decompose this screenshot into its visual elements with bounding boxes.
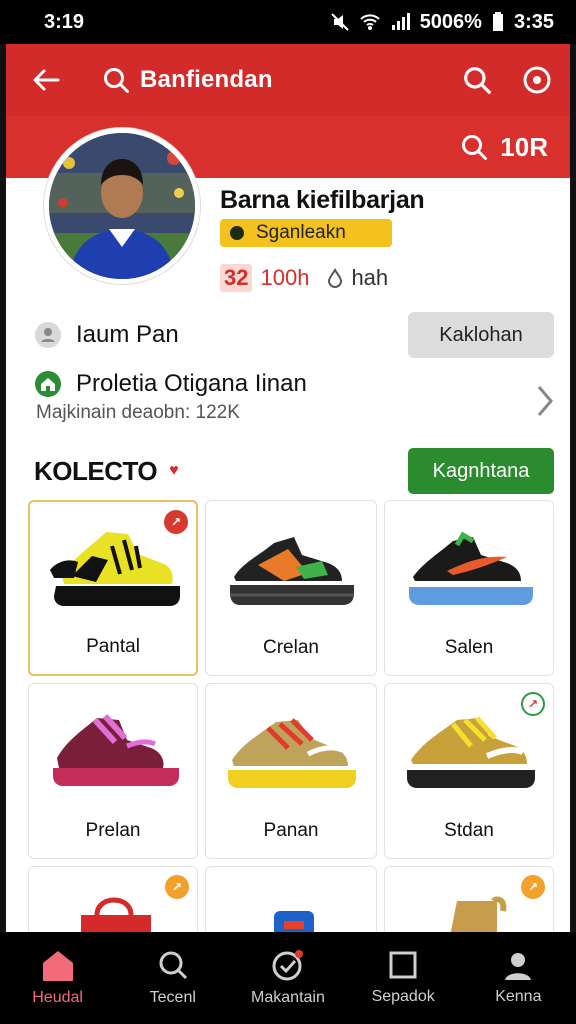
stat-value: 100h (260, 265, 310, 290)
avatar[interactable] (44, 128, 200, 284)
collection-title: KOLECTO (34, 455, 158, 486)
house-icon (35, 371, 61, 397)
collection-header: KOLECTO ♥ Kagnhtana (34, 448, 554, 494)
profile-stats: 32 100h hah (220, 264, 388, 292)
product-name: Panan (263, 820, 319, 841)
info-row[interactable]: Proletia Otigana Iinan Majkinain deaobn:… (34, 370, 554, 430)
follow-label: Iaum Pan (76, 321, 179, 348)
status-time: 3:19 (44, 10, 85, 33)
shoe-image (407, 716, 535, 788)
product-card[interactable] (205, 866, 377, 932)
home-icon (42, 951, 73, 981)
drop-icon (328, 268, 343, 288)
nav-item-profile[interactable]: Kenna (468, 950, 568, 1006)
boot-image (450, 896, 507, 932)
product-card[interactable]: Crelan (205, 500, 377, 676)
search-action-icon[interactable] (462, 65, 492, 95)
follow-row: Iaum Pan Kaklohan (34, 310, 554, 360)
heart-icon: ♥ (169, 462, 179, 479)
page-title: Banfiendan (140, 66, 273, 93)
profile-icon (505, 953, 532, 980)
checklist-icon (272, 950, 303, 981)
profile-name: Barna kiefilbarjan (220, 186, 425, 214)
search-icon (159, 951, 187, 980)
shoe-image (409, 531, 533, 605)
nav-label: Makantain (251, 989, 325, 1006)
square-icon (389, 951, 417, 979)
product-card[interactable]: Prelan (28, 683, 198, 859)
nav-label: Kenna (495, 988, 542, 1005)
shoe-image (228, 718, 356, 788)
product-name: Pantal (86, 636, 140, 657)
status-bar: 3:19 5006% 3:35 (0, 0, 576, 44)
nav-item-home[interactable]: Heudal (8, 949, 108, 1007)
battery-icon (492, 12, 503, 31)
nav-item-tasks[interactable]: Makantain (238, 949, 338, 1007)
app-window: Banfiendan 10R Barna kiefilbarjan Sganle… (6, 44, 570, 932)
follow-button[interactable]: Kaklohan (408, 312, 554, 358)
nav-label: Sepadok (371, 988, 435, 1005)
avatar-photo (49, 133, 195, 279)
nav-label: Tecenl (149, 989, 196, 1006)
mute-icon (330, 13, 349, 31)
target-icon[interactable] (522, 65, 552, 95)
product-card[interactable]: ↗ Pantal (28, 500, 198, 676)
header-count: 10R (500, 131, 548, 162)
bag-image (81, 897, 151, 932)
user-circle-icon (35, 322, 61, 348)
nav-item-search[interactable]: Tecenl (123, 949, 223, 1007)
top-bar: Banfiendan (6, 44, 570, 116)
product-name: Stdan (444, 820, 494, 841)
shoe-image (50, 532, 180, 606)
bag-image (274, 911, 314, 932)
product-grid: ↗ Pantal Crelan Salen Prelan Panan ↗ Std… (28, 500, 554, 932)
nav-item-square[interactable]: Sepadok (353, 950, 453, 1006)
info-subtitle: Majkinain deaobn: 122K (36, 402, 240, 423)
product-card[interactable]: ↗ (384, 866, 554, 932)
status-badge: Sganleakn (220, 219, 392, 247)
header-search[interactable]: Banfiendan (102, 66, 462, 94)
status-clock: 3:35 (513, 10, 554, 33)
product-card[interactable]: ↗ Stdan (384, 683, 554, 859)
back-button[interactable] (28, 62, 64, 98)
stat-extra: hah (351, 265, 389, 290)
bottom-nav: Heudal Tecenl Makantain Sepadok Kenna (0, 932, 576, 1024)
search-small-icon[interactable] (460, 133, 488, 161)
product-name: Crelan (263, 637, 319, 658)
wifi-icon (359, 14, 380, 30)
search-icon (104, 68, 129, 93)
info-title: Proletia Otigana Iinan (76, 370, 307, 397)
badge-label: Sganleakn (256, 222, 346, 243)
shoe-image (230, 537, 354, 605)
battery-percent: 5006% (419, 10, 482, 33)
shoe-image (53, 713, 179, 786)
product-card[interactable]: Salen (384, 500, 554, 676)
chevron-right-icon (537, 386, 553, 416)
product-name: Salen (444, 637, 494, 658)
back-arrow-icon (33, 69, 60, 91)
collection-action-button[interactable]: Kagnhtana (408, 448, 554, 494)
signal-icon (391, 13, 410, 30)
badge-dot-icon (230, 226, 244, 240)
product-name: Prelan (85, 820, 141, 841)
product-card[interactable]: ↗ (28, 866, 198, 932)
stat-number: 32 (220, 264, 253, 292)
product-card[interactable]: Panan (205, 683, 377, 859)
status-icons: 5006% 3:35 (330, 11, 554, 34)
nav-label: Heudal (32, 989, 83, 1006)
